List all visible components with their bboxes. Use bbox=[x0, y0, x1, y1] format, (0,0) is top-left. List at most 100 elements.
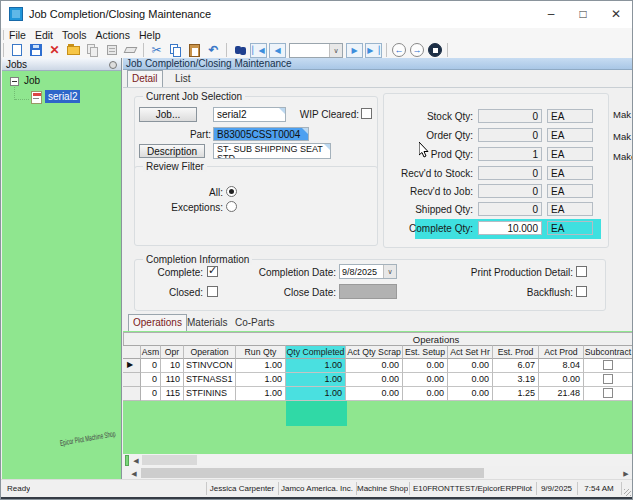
watermark: Epicor Pilot Machine Shop bbox=[59, 429, 116, 448]
subcontract-checkbox[interactable] bbox=[603, 374, 613, 384]
current-menu-icon[interactable] bbox=[428, 43, 442, 57]
first-record-icon[interactable]: ▏◀ bbox=[250, 43, 267, 58]
all-radio[interactable] bbox=[226, 186, 237, 197]
description-button[interactable]: Description bbox=[139, 144, 205, 158]
undo-icon[interactable]: ↶ bbox=[206, 43, 221, 58]
col-opr[interactable]: Opr bbox=[161, 345, 184, 359]
subcontract-checkbox[interactable] bbox=[603, 388, 613, 398]
prod-qty-uom[interactable]: EA bbox=[547, 147, 593, 161]
col-est-prod[interactable]: Est. Prod bbox=[493, 345, 539, 359]
col-act-set-hr[interactable]: Act Set Hr bbox=[448, 345, 493, 359]
col-subcontract[interactable]: Subcontract bbox=[584, 345, 633, 359]
maximize-button[interactable]: □ bbox=[569, 5, 597, 23]
copy-icon[interactable] bbox=[168, 43, 183, 58]
next-record-icon[interactable]: ▶ bbox=[346, 43, 363, 58]
row-selector[interactable] bbox=[123, 387, 141, 401]
order-qty-label: Order Qty: bbox=[387, 130, 473, 141]
complete-qty-uom[interactable]: EA bbox=[547, 221, 593, 235]
tree-expander-icon[interactable] bbox=[10, 77, 19, 86]
cut-icon[interactable]: ✂ bbox=[149, 43, 164, 58]
col-act-qty-scrap[interactable]: Act Qty Scrap bbox=[346, 345, 403, 359]
part-label: Part: bbox=[163, 129, 211, 140]
forward-icon[interactable]: → bbox=[410, 43, 424, 57]
tab-materials[interactable]: Materials bbox=[183, 315, 232, 331]
completion-date-label: Completion Date: bbox=[243, 267, 336, 278]
last-record-icon[interactable]: ▶▕ bbox=[365, 43, 382, 58]
backflush-checkbox[interactable] bbox=[576, 286, 587, 297]
shipped-qty-uom[interactable]: EA bbox=[547, 202, 593, 216]
prod-qty-field[interactable]: 1 bbox=[478, 147, 542, 161]
recvd-stock-uom[interactable]: EA bbox=[547, 166, 593, 180]
menu-actions[interactable]: Actions bbox=[96, 29, 136, 41]
app-window: Job Completion/Closing Maintenance – □ ✕… bbox=[0, 0, 633, 500]
outer-scrollbar[interactable]: ◀ ▶ bbox=[123, 467, 633, 479]
tree-item-job[interactable]: Job bbox=[24, 75, 40, 86]
tab-operations[interactable]: Operations bbox=[128, 314, 187, 331]
tree-item-serial2[interactable]: serial2 bbox=[45, 90, 80, 103]
col-act-prod[interactable]: Act Prod bbox=[539, 345, 584, 359]
tab-detail[interactable]: Detail bbox=[127, 70, 163, 87]
complete-label: Complete: bbox=[139, 267, 203, 278]
menu-help[interactable]: Help bbox=[139, 29, 167, 41]
part-field[interactable]: B83005CSST0004 bbox=[213, 127, 309, 141]
job-button[interactable]: Job... bbox=[139, 107, 197, 122]
save-icon[interactable] bbox=[28, 43, 43, 58]
shipped-qty-field[interactable]: 0 bbox=[478, 202, 542, 216]
closed-label: Closed: bbox=[139, 287, 203, 298]
recvd-job-label: Recv'd to Job: bbox=[387, 186, 473, 197]
group-legend: Review Filter bbox=[143, 161, 207, 172]
record-selector[interactable]: ∨ bbox=[289, 43, 343, 58]
menu-edit[interactable]: Edit bbox=[35, 29, 59, 41]
complete-qty-field[interactable]: 10.000 bbox=[478, 221, 542, 235]
pin-icon[interactable] bbox=[109, 61, 117, 69]
order-qty-field[interactable]: 0 bbox=[478, 128, 542, 142]
tab-list[interactable]: List bbox=[171, 71, 195, 87]
copy-disabled-icon bbox=[85, 43, 100, 58]
search-icon[interactable] bbox=[232, 43, 247, 58]
clear-icon[interactable] bbox=[123, 43, 138, 58]
subcontract-checkbox[interactable] bbox=[603, 360, 613, 370]
jobs-panel-header: Jobs bbox=[2, 58, 121, 71]
previous-record-icon[interactable]: ◀ bbox=[269, 43, 286, 58]
close-button[interactable]: ✕ bbox=[602, 5, 630, 23]
col-run-qty[interactable]: Run Qty bbox=[236, 345, 286, 359]
resize-grip[interactable] bbox=[624, 489, 631, 496]
splitter-grip[interactable] bbox=[125, 455, 129, 466]
closed-checkbox[interactable] bbox=[207, 286, 218, 297]
col-operation[interactable]: Operation bbox=[184, 345, 236, 359]
recvd-stock-field[interactable]: 0 bbox=[478, 166, 542, 180]
row-selector[interactable] bbox=[123, 373, 141, 387]
main-panel: Job Completion/Closing Maintenance Detai… bbox=[123, 58, 633, 479]
close-date-label: Close Date: bbox=[243, 287, 336, 298]
col-asm[interactable]: Asm bbox=[141, 345, 161, 359]
stock-qty-field[interactable]: 0 bbox=[478, 109, 542, 123]
delete-icon[interactable]: ✕ bbox=[47, 43, 62, 58]
open-folder-icon[interactable] bbox=[66, 43, 81, 58]
print-production-detail-checkbox[interactable] bbox=[576, 266, 587, 277]
stock-qty-uom[interactable]: EA bbox=[547, 109, 593, 123]
row-selector[interactable]: ▶ bbox=[123, 359, 141, 373]
toolbar: ✕ ✂ ↶ ▏◀ ◀ ∨ ▶ ▶▕ ← → bbox=[1, 42, 632, 58]
order-qty-uom[interactable]: EA bbox=[547, 128, 593, 142]
window-title: Job Completion/Closing Maintenance bbox=[29, 8, 211, 20]
recvd-job-uom[interactable]: EA bbox=[547, 184, 593, 198]
recvd-job-field[interactable]: 0 bbox=[478, 184, 542, 198]
menu-tools[interactable]: Tools bbox=[62, 29, 93, 41]
inner-scrollbar[interactable]: ◀ bbox=[123, 454, 633, 466]
tab-coparts[interactable]: Co-Parts bbox=[231, 315, 278, 331]
status-bar: Ready Jessica Carpenter Jamco America. I… bbox=[1, 479, 632, 497]
col-est-setup[interactable]: Est. Setup bbox=[403, 345, 448, 359]
exceptions-radio[interactable] bbox=[226, 201, 237, 212]
new-icon[interactable] bbox=[9, 43, 24, 58]
paste-icon[interactable] bbox=[187, 43, 202, 58]
title-bar: Job Completion/Closing Maintenance – □ ✕ bbox=[1, 1, 632, 28]
back-icon[interactable]: ← bbox=[392, 43, 406, 57]
menu-file[interactable]: File bbox=[9, 29, 32, 41]
menu-bar: File Edit Tools Actions Help bbox=[1, 28, 632, 42]
description-field[interactable]: ST- SUB SHIPPING SEAT STD bbox=[213, 143, 331, 159]
minimize-button[interactable]: – bbox=[537, 5, 565, 23]
chevron-down-icon[interactable]: ∨ bbox=[329, 44, 342, 57]
col-qty-completed[interactable]: Qty Completed bbox=[286, 345, 346, 359]
wip-cleared-checkbox[interactable] bbox=[361, 108, 372, 119]
complete-checkbox[interactable] bbox=[207, 266, 218, 277]
